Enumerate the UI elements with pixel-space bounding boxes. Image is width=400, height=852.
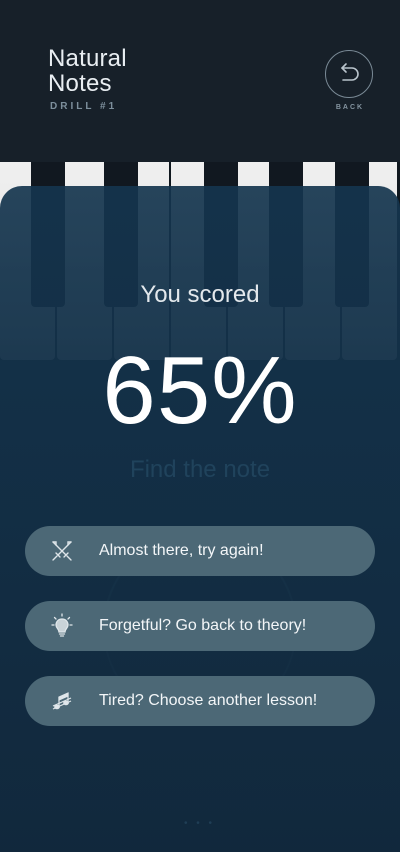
option-label: Tired? Choose another lesson! bbox=[99, 692, 318, 709]
header: Natural Notes DRILL #1 BACK bbox=[0, 0, 400, 162]
page-title: Natural Notes bbox=[48, 46, 127, 96]
lightbulb-icon bbox=[49, 613, 75, 639]
try-again-button[interactable]: Almost there, try again! bbox=[25, 526, 375, 576]
option-label: Almost there, try again! bbox=[99, 542, 264, 559]
another-lesson-button[interactable]: Tired? Choose another lesson! bbox=[25, 676, 375, 726]
page-dots: • • • bbox=[184, 818, 216, 829]
title-line-2: Notes bbox=[48, 70, 112, 97]
background-prompt: Find the note bbox=[129, 456, 271, 483]
score-value: 65% bbox=[102, 337, 298, 444]
scored-label: You scored bbox=[140, 281, 260, 308]
drill-subtitle: DRILL #1 bbox=[50, 101, 118, 112]
title-line-1: Natural bbox=[48, 45, 127, 72]
undo-arrow-icon bbox=[341, 63, 359, 81]
music-notes-icon bbox=[49, 688, 75, 714]
option-label: Forgetful? Go back to theory! bbox=[99, 617, 307, 634]
back-button[interactable] bbox=[325, 50, 373, 98]
theory-button[interactable]: Forgetful? Go back to theory! bbox=[25, 601, 375, 651]
back-label: BACK bbox=[335, 104, 365, 111]
crossed-swords-icon bbox=[49, 538, 75, 564]
